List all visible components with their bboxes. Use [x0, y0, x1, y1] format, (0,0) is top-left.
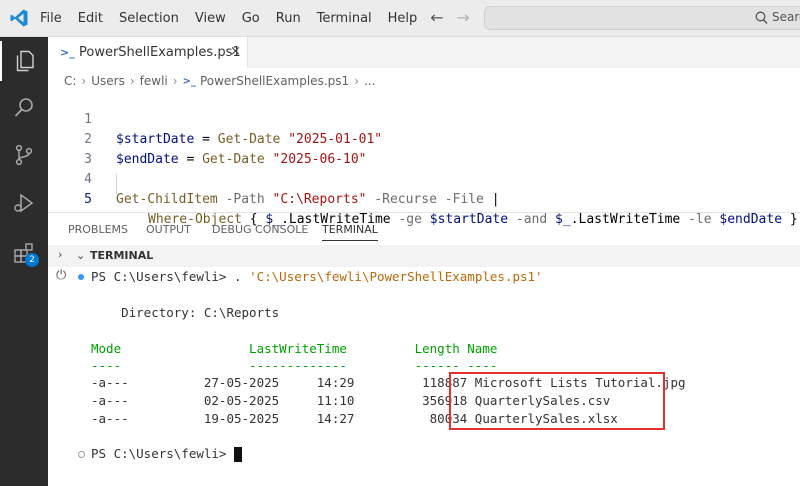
search-icon: [14, 98, 33, 117]
menu-run[interactable]: Run: [276, 11, 301, 26]
menu-terminal[interactable]: Terminal: [317, 11, 372, 26]
run-debug-icon: [14, 193, 34, 213]
chevron-down-icon[interactable]: ⌄: [76, 249, 85, 262]
menu-edit[interactable]: Edit: [78, 11, 103, 26]
code-token: |: [483, 192, 500, 207]
terminal-table-underline: ---- ------------- ------ ----: [91, 358, 498, 373]
search-placeholder: Search: [772, 10, 800, 24]
back-arrow-icon[interactable]: ←: [427, 8, 447, 27]
code-line-current: 5 Where-Object { $_.LastWriteTime -ge $s…: [48, 170, 800, 227]
terminal-directory: Directory: C:\Reports: [91, 305, 280, 320]
source-control-button[interactable]: [0, 135, 48, 175]
tab-output[interactable]: OUTPUT: [146, 223, 191, 236]
breadcrumb-more[interactable]: ...: [364, 74, 375, 88]
search-view-button[interactable]: [0, 87, 48, 127]
code-line: 3: [48, 130, 800, 167]
menu-selection[interactable]: Selection: [119, 11, 179, 26]
terminal-section-header[interactable]: › ⌄ TERMINAL: [48, 245, 800, 267]
code-editor[interactable]: 1 $startDate = Get-Date "2025-01-01" 2 $…: [48, 88, 800, 227]
code-line: 1 $startDate = Get-Date "2025-01-01": [48, 90, 800, 147]
tab-problems[interactable]: PROBLEMS: [68, 223, 128, 236]
title-bar: File Edit Selection View Go Run Terminal…: [0, 0, 800, 37]
line-number: 5: [84, 192, 92, 207]
tab-title: PowerShellExamples.ps1: [79, 45, 241, 60]
menu-file[interactable]: File: [40, 11, 62, 26]
breadcrumb-separator-icon: ›: [81, 74, 87, 88]
terminal-plug-icon: ⏻: [56, 268, 67, 283]
terminal-command: .: [234, 269, 250, 284]
chevron-right-icon[interactable]: ›: [58, 248, 62, 261]
breadcrumb-drive[interactable]: C:: [64, 74, 76, 88]
tab-debug-console[interactable]: DEBUG CONSOLE: [212, 223, 308, 236]
code-token: "C:\Reports": [272, 192, 367, 207]
tab-close-icon[interactable]: ×: [230, 44, 241, 59]
breadcrumb-separator-icon: ›: [172, 74, 178, 88]
code-line: 2 $endDate = Get-Date "2025-06-10": [48, 110, 800, 167]
source-control-icon: [15, 144, 33, 166]
command-status-dot[interactable]: [78, 451, 85, 458]
vscode-logo-icon[interactable]: [9, 8, 29, 28]
terminal-final-prompt-line: PS C:\Users\fewli>: [91, 445, 242, 463]
explorer-icon: [16, 50, 34, 72]
editor-tabs-bar: >_ PowerShellExamples.ps1 ×: [48, 37, 800, 68]
search-icon: [755, 11, 768, 24]
breadcrumb-separator-icon: ›: [354, 74, 359, 88]
tab-powershell-examples[interactable]: >_ PowerShellExamples.ps1 ×: [48, 37, 248, 68]
powershell-file-icon: >_: [182, 75, 196, 87]
command-status-dot[interactable]: [78, 274, 84, 280]
breadcrumb-separator-icon: ›: [129, 74, 135, 88]
code-token: -Path: [217, 192, 273, 207]
explorer-button[interactable]: [0, 41, 48, 81]
terminal-prompt: PS C:\Users\fewli>: [91, 269, 234, 284]
breadcrumb: C: › Users › fewli › >_ PowerShellExampl…: [64, 74, 375, 88]
code-line: 4 Get-ChildItem -Path "C:\Reports" -Recu…: [48, 150, 800, 207]
tab-terminal[interactable]: TERMINAL: [322, 223, 378, 241]
forward-arrow-icon[interactable]: →: [453, 8, 473, 27]
run-debug-button[interactable]: [0, 183, 48, 223]
terminal-panel[interactable]: ⏻ PS C:\Users\fewli> . 'C:\Users\fewli\P…: [48, 267, 800, 486]
breadcrumb-file[interactable]: PowerShellExamples.ps1: [200, 74, 349, 88]
highlight-box: [449, 372, 665, 430]
breadcrumb-fewli[interactable]: fewli: [140, 74, 168, 88]
panel-tabs: PROBLEMS OUTPUT DEBUG CONSOLE TERMINAL: [48, 212, 800, 243]
extensions-badge: 2: [25, 253, 39, 267]
terminal-command-path: 'C:\Users\fewli\PowerShellExamples.ps1': [249, 269, 543, 284]
menu-go[interactable]: Go: [242, 11, 260, 26]
terminal-section-title: TERMINAL: [90, 249, 154, 262]
terminal-table-header: Mode LastWriteTime Length Name: [91, 341, 498, 356]
breadcrumb-users[interactable]: Users: [91, 74, 125, 88]
command-center-search[interactable]: Search: [484, 6, 800, 30]
extensions-button[interactable]: 2: [0, 233, 48, 273]
menu-help[interactable]: Help: [388, 11, 418, 26]
terminal-prompt: PS C:\Users\fewli>: [91, 446, 234, 461]
code-token: Get-ChildItem: [116, 192, 218, 207]
menu-view[interactable]: View: [195, 11, 226, 26]
code-token: -Recurse -File: [366, 192, 484, 207]
powershell-file-icon: >_: [60, 46, 75, 59]
terminal-command-line: PS C:\Users\fewli> . 'C:\Users\fewli\Pow…: [91, 268, 543, 286]
terminal-cursor: [234, 447, 242, 462]
menu-bar: File Edit Selection View Go Run Terminal…: [40, 0, 433, 36]
activity-bar: 2: [0, 37, 48, 486]
